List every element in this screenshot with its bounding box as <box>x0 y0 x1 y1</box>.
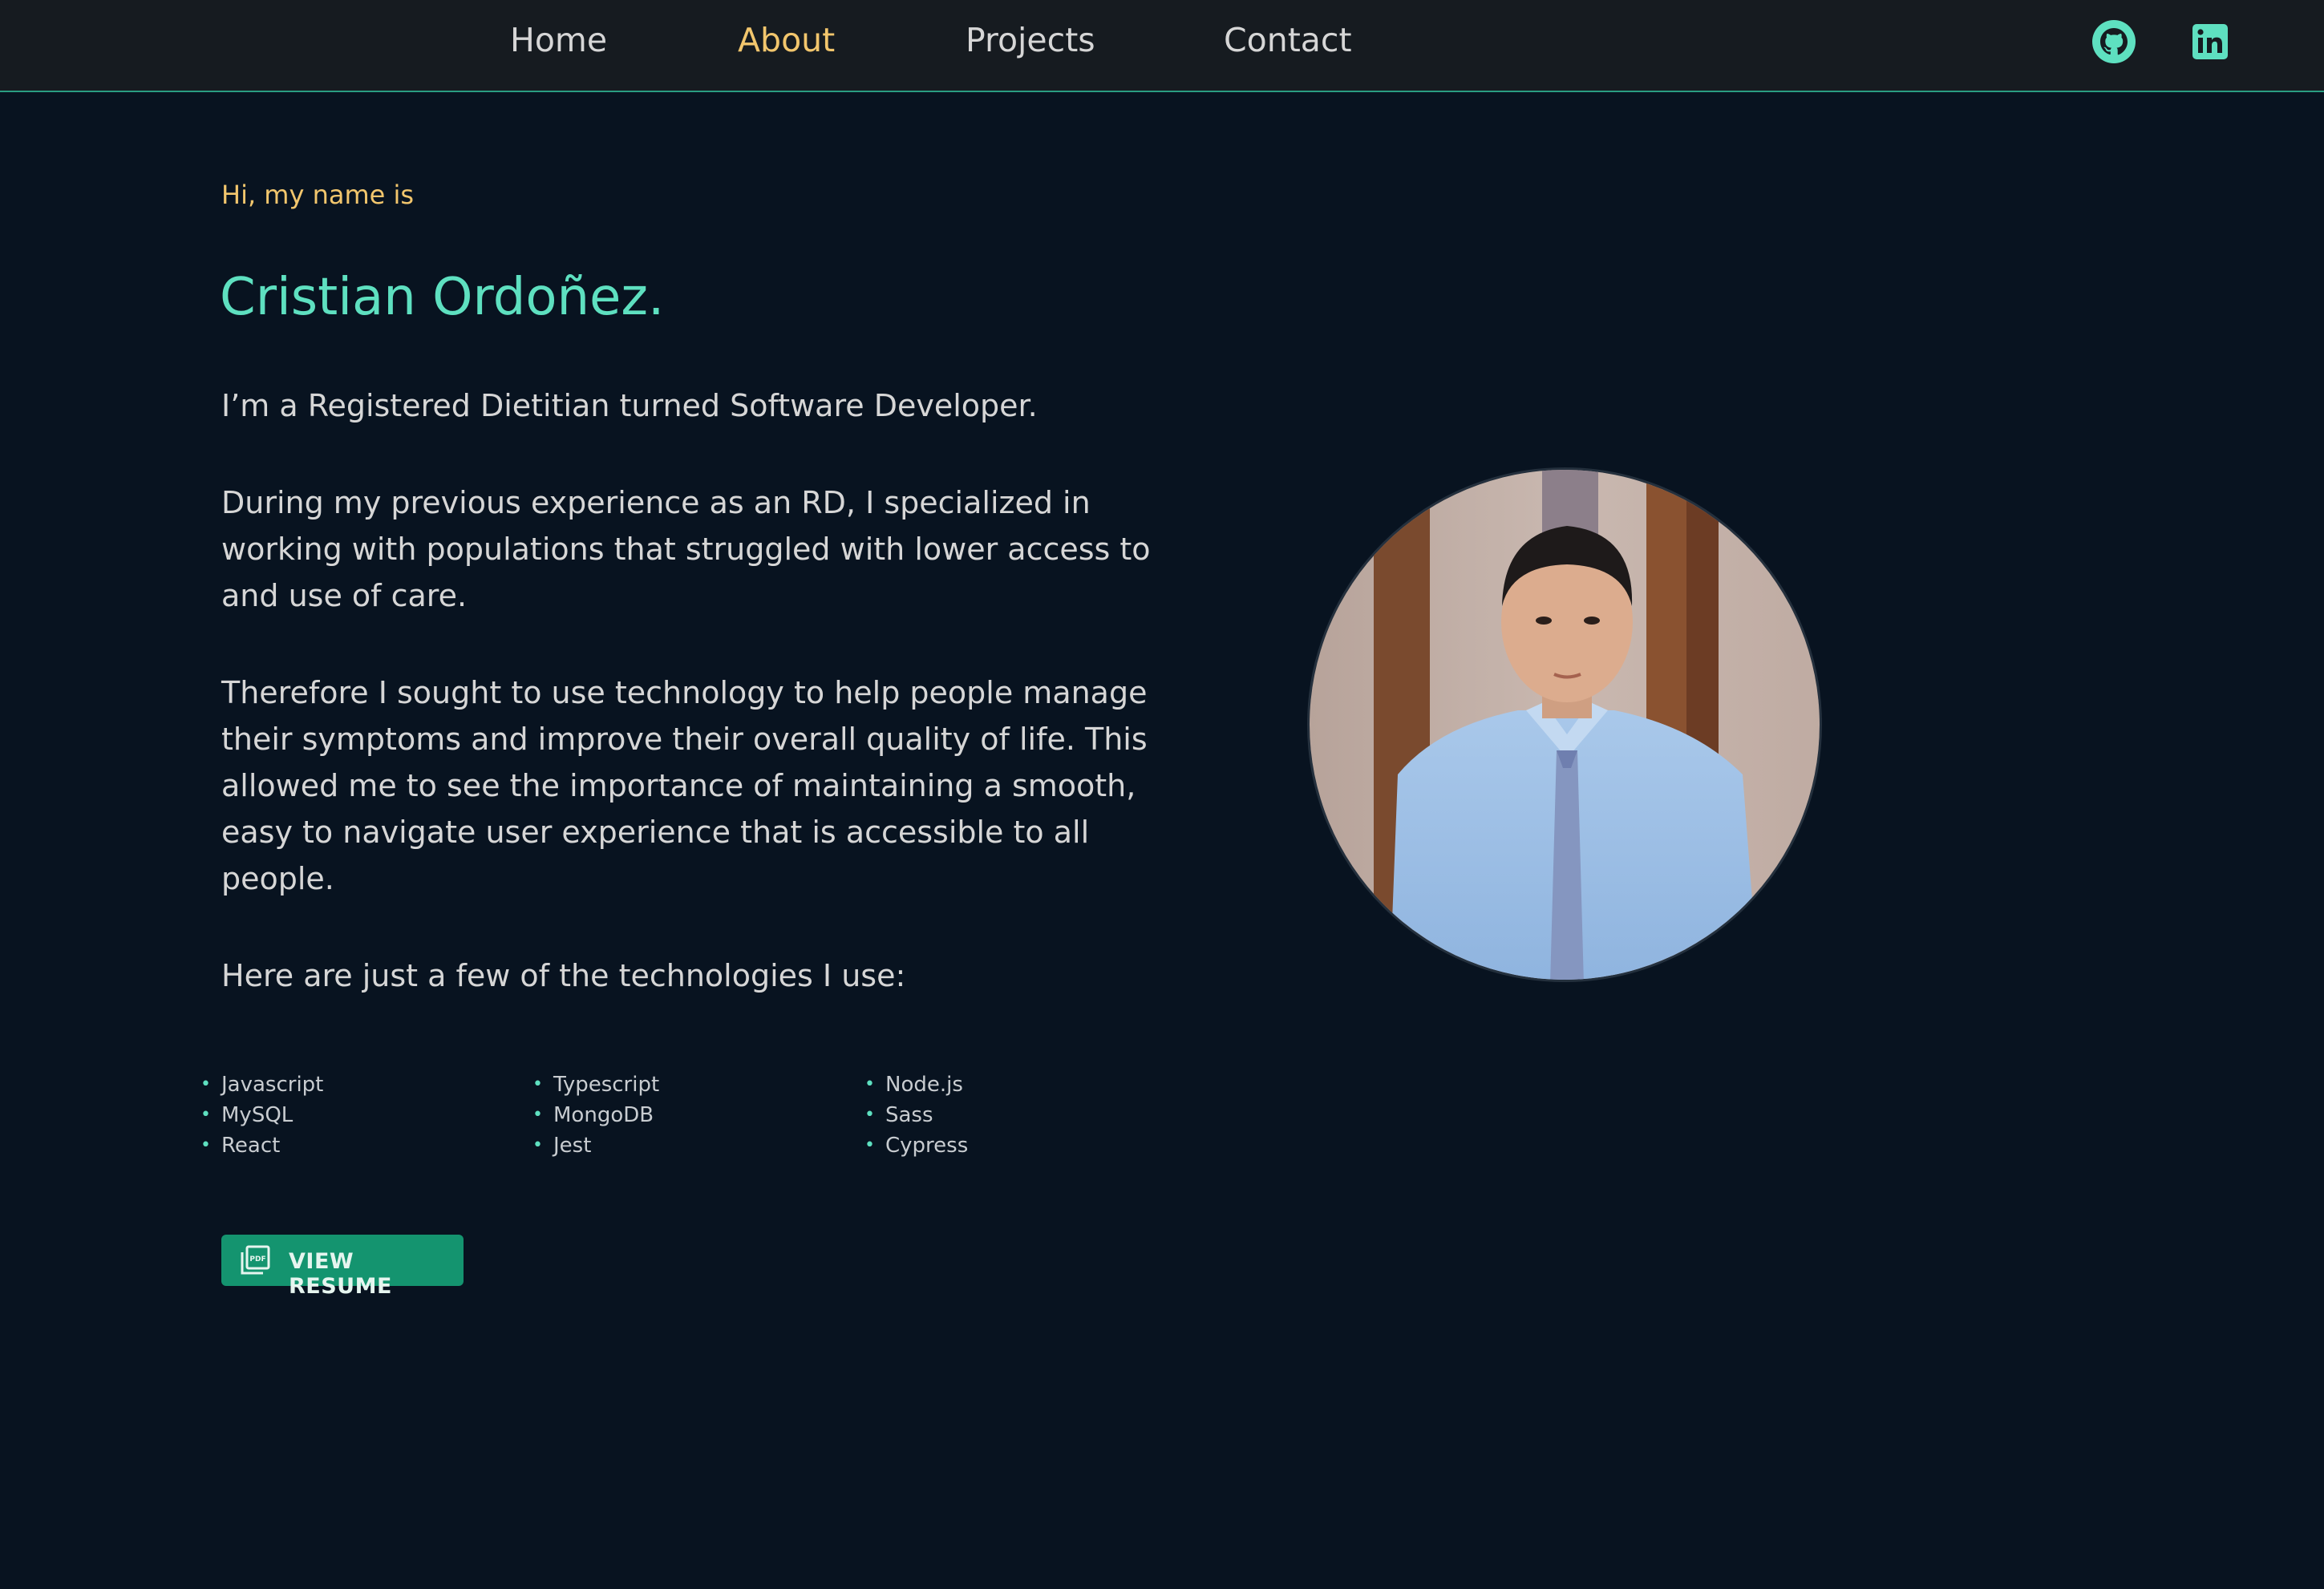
top-navbar: Home About Projects Contact <box>0 0 2324 92</box>
technology-item: MongoDB <box>532 1100 659 1130</box>
technology-item: Sass <box>864 1100 968 1130</box>
bio-paragraph-3: Therefore I sought to use technology to … <box>221 675 1148 896</box>
github-icon[interactable] <box>2090 18 2138 66</box>
nav-home-link[interactable]: Home <box>510 21 607 59</box>
technologies-intro: Here are just a few of the technologies … <box>221 958 906 993</box>
technologies-list-1: Javascript MySQL React <box>200 1069 323 1161</box>
view-resume-button[interactable]: PDF VIEW RESUME <box>221 1235 464 1299</box>
linkedin-icon[interactable] <box>2186 18 2234 66</box>
pdf-icon: PDF <box>239 1244 271 1276</box>
bio-paragraph-1: I’m a Registered Dietitian turned Softwa… <box>221 388 1038 423</box>
nav-contact-link[interactable]: Contact <box>1224 21 1352 59</box>
technology-item: Cypress <box>864 1130 968 1161</box>
technology-item: MySQL <box>200 1100 323 1130</box>
technology-item: Node.js <box>864 1069 968 1100</box>
bio-paragraph-2: During my previous experience as an RD, … <box>221 485 1151 613</box>
technology-item: Jest <box>532 1130 659 1161</box>
technology-item: Typescript <box>532 1069 659 1100</box>
nav-projects-link[interactable]: Projects <box>966 21 1095 59</box>
svg-text:PDF: PDF <box>249 1255 265 1264</box>
technologies-list-2: Typescript MongoDB Jest <box>532 1069 659 1161</box>
hero-intro: Hi, my name is <box>221 180 415 210</box>
nav-about-link[interactable]: About <box>738 21 835 59</box>
hero-name: Cristian Ordoñez. <box>220 268 665 327</box>
technology-item: React <box>200 1130 323 1161</box>
technology-item: Javascript <box>200 1069 323 1100</box>
profile-photo <box>1307 467 1822 982</box>
view-resume-label: VIEW RESUME <box>289 1249 392 1299</box>
technologies-list-3: Node.js Sass Cypress <box>864 1069 968 1161</box>
